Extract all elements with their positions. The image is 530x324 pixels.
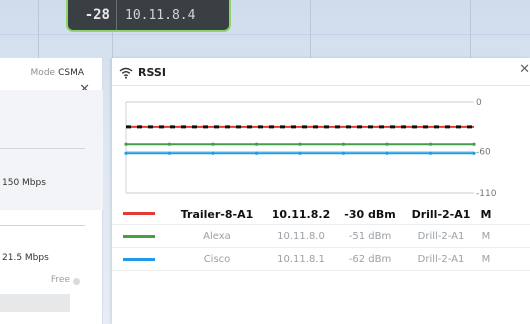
rssi-title: RSSI: [138, 66, 166, 79]
data-point: [428, 142, 433, 146]
node-rssi-value: -28: [84, 7, 110, 23]
legend-node-name: Cisco: [203, 254, 231, 265]
map-grid-line: [310, 0, 311, 60]
legend-row[interactable]: Alexa 10.11.8.0 -51 dBm Drill-2-A1 M: [112, 225, 530, 248]
legend-swatch: [123, 212, 155, 215]
legend-peer-node: Drill-2-A1: [411, 208, 471, 221]
legend-mode: M: [481, 231, 491, 242]
free-label: Free: [50, 275, 70, 285]
node-tooltip[interactable]: -28 10.11.8.4: [66, 0, 231, 32]
node-details-panel: ModeCSMA ✕ 150 Mbps 21.5 Mbps Free: [0, 58, 103, 324]
legend-node-name: Trailer-8-A1: [180, 208, 254, 221]
data-point: [341, 142, 346, 146]
capacity-bar: [0, 294, 70, 312]
data-point: [211, 151, 215, 155]
legend-node-name: Alexa: [203, 231, 231, 242]
rssi-panel: RSSI ✕ 0 -60 -110 Trailer-8-A1 10.11.8.2 -30…: [112, 58, 530, 324]
mode-row: Mode CSMA: [31, 68, 84, 78]
mode-value: CSMA: [58, 68, 84, 78]
data-point: [298, 142, 302, 146]
legend-row[interactable]: Trailer-8-A1 10.11.8.2 -30 dBm Drill-2-A1 M: [112, 202, 530, 225]
mode-label: Mode: [30, 68, 56, 78]
node-ip-address: 10.11.8.4: [125, 7, 196, 23]
legend-rssi-dbm: -62 dBm: [348, 254, 392, 265]
data-point: [254, 142, 259, 146]
divider: [0, 225, 85, 226]
wifi-icon: [119, 67, 133, 79]
map-grid-line: [38, 0, 39, 60]
legend-peer-node: Drill-2-A1: [417, 231, 465, 242]
legend-mode: M: [481, 254, 491, 265]
legend-ip: 10.11.8.2: [271, 208, 331, 221]
legend-rssi-dbm: -30 dBm: [344, 208, 396, 221]
map-grid-line: [470, 0, 471, 60]
legend-row[interactable]: Cisco 10.11.8.1 -62 dBm Drill-2-A1 M: [112, 248, 530, 271]
data-point: [167, 151, 172, 155]
data-point: [124, 151, 128, 155]
link-rate-2: 21.5 Mbps: [2, 253, 49, 263]
legend-ip: 10.11.8.1: [277, 254, 325, 265]
status-dot-icon: [73, 278, 80, 285]
legend-swatch: [123, 258, 155, 261]
data-point: [385, 142, 389, 146]
details-section: [0, 90, 103, 210]
data-point: [124, 142, 128, 146]
data-point: [385, 151, 389, 155]
data-point: [298, 151, 302, 155]
header-divider: [112, 85, 530, 86]
data-point: [472, 142, 476, 146]
data-point: [341, 151, 346, 155]
link-rate-1: 150 Mbps: [2, 178, 46, 188]
close-icon[interactable]: ✕: [519, 62, 530, 77]
legend-ip: 10.11.8.0: [277, 231, 325, 242]
y-tick-label: -60: [476, 148, 491, 158]
legend-peer-node: Drill-2-A1: [417, 254, 465, 265]
rssi-header: RSSI: [119, 66, 166, 79]
data-point: [472, 151, 476, 155]
rssi-legend-table: Trailer-8-A1 10.11.8.2 -30 dBm Drill-2-A1 M A…: [112, 202, 530, 271]
legend-rssi-dbm: -51 dBm: [348, 231, 392, 242]
map-grid-line: [0, 34, 530, 35]
y-tick-label: 0: [476, 98, 482, 108]
data-point: [167, 142, 172, 146]
data-point: [428, 151, 433, 155]
legend-swatch: [123, 235, 155, 238]
data-point: [211, 142, 215, 146]
data-point: [254, 151, 259, 155]
divider: [0, 148, 85, 149]
legend-mode: M: [480, 208, 492, 221]
y-tick-label: -110: [476, 189, 497, 199]
